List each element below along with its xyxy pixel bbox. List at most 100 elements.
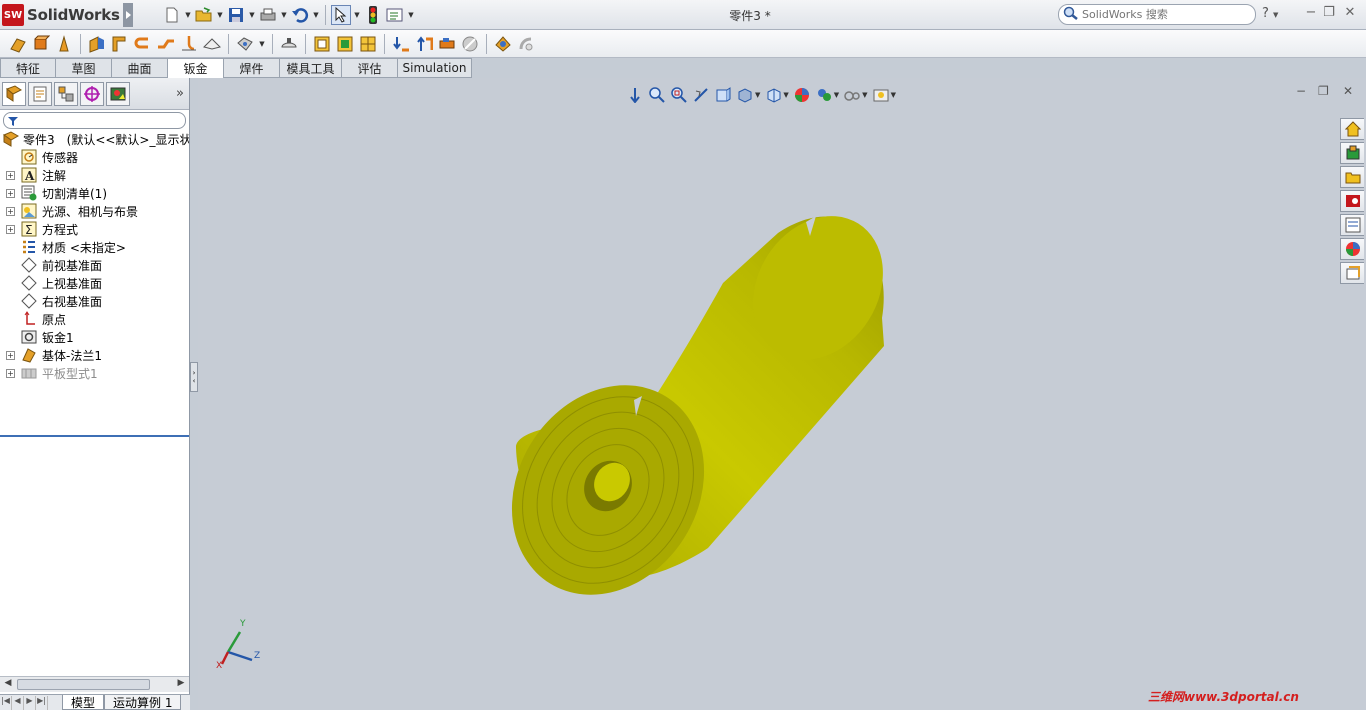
first-tab-arrow-icon[interactable]: |◀ bbox=[0, 695, 12, 710]
solidworks-search-box[interactable] bbox=[1058, 4, 1256, 25]
rebuild-traffic-light-icon[interactable] bbox=[363, 5, 383, 25]
base-flange-icon[interactable] bbox=[8, 34, 28, 54]
display-manager-tab-icon[interactable] bbox=[106, 81, 130, 106]
tree-item-front-plane[interactable]: 前视基准面 bbox=[0, 256, 189, 274]
save-dropdown[interactable]: ▼ bbox=[248, 5, 256, 25]
open-folder-icon[interactable] bbox=[194, 5, 214, 25]
scroll-right-arrow-icon[interactable]: ▶ bbox=[174, 678, 188, 692]
vent-icon[interactable] bbox=[516, 34, 536, 54]
panel-collapse-handle[interactable]: › ‹ bbox=[190, 362, 198, 392]
new-dropdown[interactable]: ▼ bbox=[184, 5, 192, 25]
tree-item-flat-pattern[interactable]: + 平板型式1 bbox=[0, 364, 189, 382]
tree-item-right-plane[interactable]: 右视基准面 bbox=[0, 292, 189, 310]
minimize-window-button[interactable]: − bbox=[1302, 5, 1320, 23]
search-results-icon[interactable] bbox=[1340, 190, 1364, 212]
select-dropdown[interactable]: ▼ bbox=[353, 5, 361, 25]
scroll-left-arrow-icon[interactable]: ◀ bbox=[1, 678, 15, 692]
lofted-bend-icon[interactable] bbox=[54, 34, 74, 54]
tree-item-material[interactable]: 材质 <未指定> bbox=[0, 238, 189, 256]
tree-item-annotations[interactable]: + A 注解 bbox=[0, 166, 189, 184]
tab-mold-tools[interactable]: 模具工具 bbox=[280, 58, 342, 78]
custom-properties-icon[interactable] bbox=[1340, 262, 1364, 284]
cross-break-icon[interactable] bbox=[202, 34, 222, 54]
forming-tool-icon[interactable] bbox=[279, 34, 299, 54]
feature-manager-tab-icon[interactable] bbox=[2, 81, 26, 106]
file-explorer-icon[interactable] bbox=[1340, 166, 1364, 188]
tab-features[interactable]: 特征 bbox=[0, 58, 56, 78]
next-tab-arrow-icon[interactable]: ▶ bbox=[24, 695, 36, 710]
insert-bends-icon[interactable] bbox=[391, 34, 411, 54]
property-manager-tab-icon[interactable] bbox=[28, 81, 52, 106]
new-document-icon[interactable] bbox=[162, 5, 182, 25]
tab-surfaces[interactable]: 曲面 bbox=[112, 58, 168, 78]
tab-model[interactable]: 模型 bbox=[62, 695, 105, 710]
tree-item-origin[interactable]: 原点 bbox=[0, 310, 189, 328]
miter-flange-icon[interactable] bbox=[110, 34, 130, 54]
tree-item-sheet-metal[interactable]: 钣金1 bbox=[0, 328, 189, 346]
fold-icon[interactable] bbox=[460, 34, 480, 54]
tree-item-lights-cameras-scene[interactable]: + 光源、相机与布景 bbox=[0, 202, 189, 220]
tab-weldments[interactable]: 焊件 bbox=[224, 58, 280, 78]
undo-dropdown[interactable]: ▼ bbox=[312, 5, 320, 25]
tab-sheet-metal[interactable]: 钣金 bbox=[168, 58, 224, 78]
restore-window-button[interactable]: ❐ bbox=[1320, 5, 1338, 23]
tree-root-part[interactable]: 零件3 (默认<<默认>_显示状态 bbox=[0, 130, 189, 148]
search-icon[interactable] bbox=[1063, 6, 1079, 23]
expand-toggle-icon[interactable]: + bbox=[6, 350, 15, 360]
print-icon[interactable] bbox=[258, 5, 278, 25]
tree-item-top-plane[interactable]: 上视基准面 bbox=[0, 274, 189, 292]
tab-evaluate[interactable]: 评估 bbox=[342, 58, 398, 78]
close-window-button[interactable]: ✕ bbox=[1341, 5, 1359, 23]
hem-icon[interactable] bbox=[133, 34, 153, 54]
tab-motion-study-1[interactable]: 运动算例 1 bbox=[104, 695, 182, 710]
expand-toggle-icon[interactable]: + bbox=[6, 224, 15, 234]
expand-toggle-icon[interactable]: + bbox=[6, 368, 15, 378]
tab-simulation[interactable]: Simulation bbox=[398, 58, 472, 78]
appearances-icon[interactable] bbox=[1340, 238, 1364, 260]
unfold-icon[interactable] bbox=[335, 34, 355, 54]
sheet-metal-gusset-icon[interactable] bbox=[493, 34, 513, 54]
options-icon[interactable] bbox=[385, 5, 405, 25]
scroll-thumb[interactable] bbox=[17, 679, 150, 690]
tree-horizontal-scrollbar[interactable]: ◀ ▶ bbox=[0, 676, 189, 692]
options-dropdown[interactable]: ▼ bbox=[407, 5, 415, 25]
solidworks-resources-icon[interactable] bbox=[1340, 118, 1364, 140]
tree-filter-input[interactable] bbox=[3, 112, 186, 129]
prev-tab-arrow-icon[interactable]: ◀ bbox=[12, 695, 24, 710]
menu-flyout-arrow[interactable] bbox=[122, 3, 133, 27]
rip-icon[interactable] bbox=[414, 34, 434, 54]
dimxpert-manager-tab-icon[interactable] bbox=[80, 81, 104, 106]
unfold-bends-icon[interactable] bbox=[437, 34, 457, 54]
tree-item-base-flange[interactable]: + 基体-法兰1 bbox=[0, 346, 189, 364]
rollback-bar[interactable] bbox=[0, 435, 189, 437]
convert-to-sheet-metal-icon[interactable] bbox=[31, 34, 51, 54]
open-dropdown[interactable]: ▼ bbox=[216, 5, 224, 25]
tree-item-sensors[interactable]: 传感器 bbox=[0, 148, 189, 166]
no-bends-icon[interactable] bbox=[358, 34, 378, 54]
print-dropdown[interactable]: ▼ bbox=[280, 5, 288, 25]
tree-item-cut-list[interactable]: + 切割清单(1) bbox=[0, 184, 189, 202]
help-button[interactable]: ? ▼ bbox=[1262, 6, 1278, 21]
expand-toggle-icon[interactable]: + bbox=[6, 170, 15, 180]
jog-icon[interactable] bbox=[156, 34, 176, 54]
expand-toggle-icon[interactable]: + bbox=[6, 206, 15, 216]
closed-corner-icon[interactable] bbox=[235, 34, 255, 54]
undo-icon[interactable] bbox=[290, 5, 310, 25]
expand-toggle-icon[interactable]: + bbox=[6, 188, 15, 198]
graphics-viewport[interactable]: ▼ ▼ ▼ ▼ ▼ − ❐ ✕ Y Z X bbox=[198, 78, 1366, 710]
configuration-manager-tab-icon[interactable] bbox=[54, 81, 78, 106]
search-input[interactable] bbox=[1082, 8, 1242, 21]
corner-dropdown[interactable]: ▼ bbox=[258, 34, 266, 54]
save-icon[interactable] bbox=[226, 5, 246, 25]
design-library-icon[interactable] bbox=[1340, 142, 1364, 164]
solidworks-menu-button[interactable]: SW SolidWorks bbox=[2, 3, 136, 27]
last-tab-arrow-icon[interactable]: ▶| bbox=[36, 695, 48, 710]
view-palette-icon[interactable] bbox=[1340, 214, 1364, 236]
part-model-graphic[interactable] bbox=[198, 78, 1366, 710]
tab-sketch[interactable]: 草图 bbox=[56, 58, 112, 78]
more-tabs-chevron-icon[interactable]: » bbox=[176, 86, 184, 101]
flatten-icon[interactable] bbox=[312, 34, 332, 54]
select-cursor-icon[interactable] bbox=[331, 5, 351, 25]
sketched-bend-icon[interactable] bbox=[179, 34, 199, 54]
edge-flange-icon[interactable] bbox=[87, 34, 107, 54]
